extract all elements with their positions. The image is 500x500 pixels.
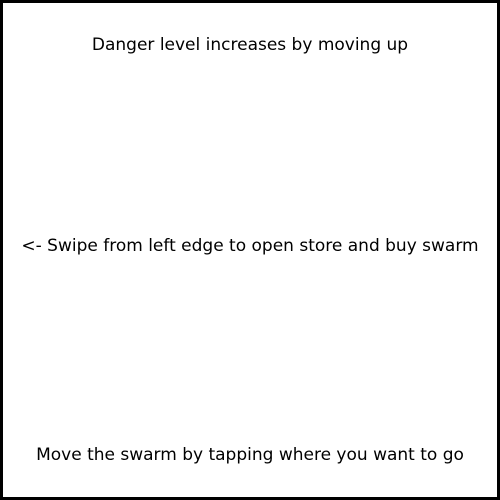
move-swarm-hint: Move the swarm by tapping where you want… (36, 445, 464, 465)
game-screen[interactable]: Danger level increases by moving up <- S… (0, 0, 500, 500)
danger-level-hint: Danger level increases by moving up (91, 35, 409, 55)
store-swipe-hint: <- Swipe from left edge to open store an… (21, 236, 479, 256)
